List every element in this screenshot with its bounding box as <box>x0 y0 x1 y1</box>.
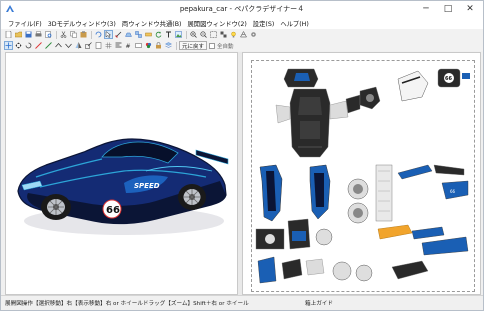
svg-text:#: # <box>126 43 131 49</box>
color-icon[interactable] <box>144 41 153 50</box>
part-body-top <box>289 88 331 158</box>
part-wheel-a <box>347 178 369 200</box>
unfolded-parts: 66 66 <box>255 68 470 284</box>
3d-model-view[interactable]: SPEED 66 <box>5 52 238 295</box>
cut-edge-icon[interactable] <box>34 41 43 50</box>
layer-icon[interactable] <box>164 41 173 50</box>
part-bumper <box>359 86 381 110</box>
status-guide-text: 箱上ガイド <box>305 301 333 307</box>
join-edge-icon[interactable] <box>44 41 53 50</box>
mountain-fold-icon[interactable] <box>54 41 63 50</box>
menu-3d-window[interactable]: 3Dモデルウィンドウ(3) <box>45 19 119 28</box>
menu-file[interactable]: ファイル(F) <box>5 19 45 28</box>
part-number-panel: 66 <box>437 68 470 88</box>
cut-icon[interactable] <box>59 30 68 39</box>
part-spoiler-base <box>287 218 311 250</box>
copy-icon[interactable] <box>69 30 78 39</box>
page-icon[interactable] <box>94 41 103 50</box>
part-roof <box>283 68 319 88</box>
part-bottom-row <box>257 256 429 284</box>
application-window: pepakura_car - ペパクラデザイナー４ ─ □ ✕ ファイル(F) … <box>0 0 484 311</box>
menu-bar: ファイル(F) 3Dモデルウィンドウ(3) 両ウィンドウ共通(B) 展開図ウィン… <box>1 17 483 29</box>
select-mode-icon[interactable] <box>104 30 113 39</box>
zoom-in-icon[interactable] <box>189 30 198 39</box>
car-3d-model: SPEED 66 <box>17 138 229 235</box>
part-side-decal <box>377 224 469 256</box>
unfold-view[interactable]: 66 66 <box>242 52 481 295</box>
menu-help[interactable]: ヘルプ(H) <box>277 19 312 28</box>
part-door-panel <box>255 228 285 250</box>
auto-all-checkbox[interactable]: 全自動 <box>209 41 234 50</box>
part-decal-strips: 66 <box>397 164 469 200</box>
zoom-out-icon[interactable] <box>199 30 208 39</box>
scale-icon[interactable] <box>84 41 93 50</box>
title-bar: pepakura_car - ペパクラデザイナー４ ─ □ ✕ <box>1 1 483 17</box>
part-fender-right <box>309 164 331 220</box>
open-folder-icon[interactable] <box>14 30 23 39</box>
number-icon[interactable]: # <box>124 41 133 50</box>
maximize-button[interactable]: □ <box>437 1 459 17</box>
part-mirror <box>315 228 333 246</box>
rear-wheel <box>178 184 206 210</box>
rotate-icon[interactable] <box>24 41 33 50</box>
text-tool-icon[interactable] <box>164 30 173 39</box>
status-hint-text: 展開図操作【選択移動】右【表示移動】右 or ホイールドラッグ【ズーム】Shif… <box>5 301 249 307</box>
3d-rotate-icon[interactable] <box>94 30 103 39</box>
part-wheel-b <box>347 202 369 224</box>
strip-number: 66 <box>450 189 456 194</box>
edge-edit-icon[interactable] <box>114 30 123 39</box>
edge-id-icon[interactable] <box>134 41 143 50</box>
move-icon[interactable] <box>14 41 23 50</box>
toolbar-separator <box>186 30 187 39</box>
settings-icon[interactable] <box>249 30 258 39</box>
join-icon[interactable] <box>144 30 153 39</box>
panel-number: 66 <box>445 76 452 82</box>
lock-icon[interactable] <box>154 41 163 50</box>
wireframe-icon[interactable] <box>239 30 248 39</box>
part-wheel-cover <box>397 70 429 102</box>
part-fender-left <box>259 164 283 222</box>
arrange-mode-icon[interactable] <box>4 41 13 50</box>
auto-all-label: 全自動 <box>217 43 234 50</box>
menu-unfold-window[interactable]: 展開図ウィンドウ(2) <box>185 19 250 28</box>
light-toggle-icon[interactable] <box>229 30 238 39</box>
paper-sheet: 66 66 <box>251 60 475 292</box>
print-preview-icon[interactable] <box>44 30 53 39</box>
valley-fold-icon[interactable] <box>64 41 73 50</box>
rotate-part-icon[interactable] <box>154 30 163 39</box>
minimize-button[interactable]: ─ <box>415 1 437 17</box>
menu-settings[interactable]: 設定(S) <box>250 19 278 28</box>
image-tool-icon[interactable] <box>174 30 183 39</box>
fit-view-icon[interactable] <box>209 30 218 39</box>
print-icon[interactable] <box>34 30 43 39</box>
toolbar-separator <box>56 30 57 39</box>
toolbar-separator <box>176 41 177 50</box>
edit-toolbar: # 元に戻す 全自動 <box>1 40 483 51</box>
save-icon[interactable] <box>24 30 33 39</box>
unfold-icon[interactable] <box>134 30 143 39</box>
menu-both-windows[interactable]: 両ウィンドウ共通(B) <box>119 19 185 28</box>
paste-icon[interactable] <box>79 30 88 39</box>
front-wheel <box>41 194 71 220</box>
number-badge-text: 66 <box>106 205 120 216</box>
flip-icon[interactable] <box>74 41 83 50</box>
texture-toggle-icon[interactable] <box>219 30 228 39</box>
part-long-panel <box>375 164 393 222</box>
grid-icon[interactable] <box>104 41 113 50</box>
checkbox-box[interactable] <box>209 42 216 49</box>
toolbar-separator <box>91 30 92 39</box>
brand-decal: SPEED <box>134 182 160 190</box>
flap-icon[interactable] <box>124 30 133 39</box>
window-title: pepakura_car - ペパクラデザイナー４ <box>179 5 305 13</box>
new-file-icon[interactable] <box>4 30 13 39</box>
main-toolbar <box>1 29 483 40</box>
close-button[interactable]: ✕ <box>459 1 481 17</box>
align-icon[interactable] <box>114 41 123 50</box>
status-bar: 展開図操作【選択移動】右【表示移動】右 or ホイールドラッグ【ズーム】Shif… <box>1 295 483 310</box>
undo-button[interactable]: 元に戻す <box>179 41 208 50</box>
